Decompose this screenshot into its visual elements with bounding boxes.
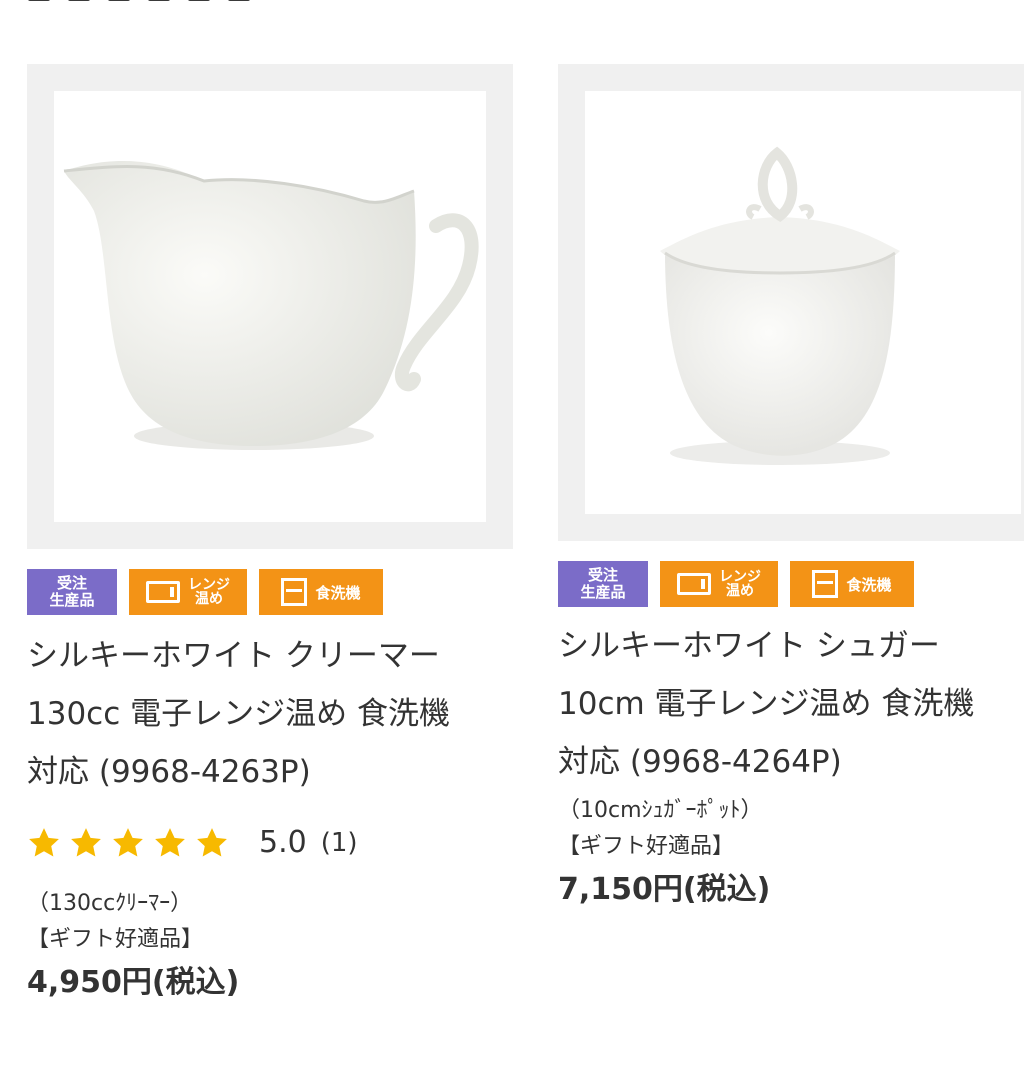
title-line: シルキーホワイト クリーマー — [27, 638, 440, 674]
gift-label: 【ギフト好適品】 — [27, 927, 204, 952]
title-line: 10cm 電子レンジ温め 食洗機 — [558, 686, 975, 722]
dishwasher-badge: 食洗機 — [790, 561, 914, 607]
star-icon — [71, 827, 101, 856]
rating-value: 5.0 — [259, 825, 307, 860]
product-card-sugar-pot[interactable]: 受注 生産品 レンジ 温め 食洗機 シルキーホワイト シュガー 10cm 電子レ… — [558, 64, 1024, 911]
creamer-illustration — [63, 161, 479, 450]
product-title[interactable]: シルキーホワイト クリーマー 130cc 電子レンジ温め 食洗機 対応 (996… — [27, 627, 513, 801]
sugar-pot-illustration — [660, 146, 900, 465]
product-subtitle: （130ccｸﾘｰﾏｰ） — [27, 891, 193, 916]
microwave-badge: レンジ 温め — [660, 561, 778, 607]
gift-label: 【ギフト好適品】 — [558, 834, 735, 859]
title-line: 対応 (9968-4264P) — [558, 744, 842, 780]
dishwasher-badge: 食洗機 — [259, 569, 383, 615]
badge-text: 食洗機 — [315, 583, 361, 602]
product-image-creamer[interactable] — [54, 91, 486, 522]
product-subtitle: （10cmｼｭｶﾞｰﾎﾟｯﾄ） — [558, 798, 763, 823]
badge-row: 受注 生産品 レンジ 温め 食洗機 — [558, 561, 1024, 607]
badge-text: 食洗機 — [846, 575, 892, 594]
product-title[interactable]: シルキーホワイト シュガー 10cm 電子レンジ温め 食洗機 対応 (9968-… — [558, 617, 1024, 791]
badge-text: 受注 — [56, 574, 87, 592]
badge-text: 温め — [195, 591, 223, 607]
product-image-frame[interactable] — [558, 64, 1024, 541]
title-line: 対応 (9968-4263P) — [27, 754, 311, 790]
microwave-icon — [677, 573, 711, 595]
dishwasher-icon — [812, 570, 839, 598]
product-price: 7,150円(税込) — [558, 872, 771, 907]
badge-text: レンジ — [188, 577, 230, 593]
microwave-icon — [146, 581, 180, 603]
badge-text: レンジ — [719, 569, 761, 585]
badge-text: 生産品 — [49, 591, 95, 609]
badge-text: 受注 — [587, 566, 618, 584]
product-price: 4,950円(税込) — [27, 965, 240, 1000]
product-card-creamer[interactable]: 受注 生産品 レンジ 温め 食洗機 シルキーホワイト クリーマー 130cc 電… — [27, 64, 513, 1004]
star-icon — [197, 827, 227, 856]
dishwasher-icon — [281, 578, 308, 606]
title-line: 130cc 電子レンジ温め 食洗機 — [27, 696, 450, 732]
made-to-order-badge: 受注 生産品 — [558, 561, 648, 607]
star-icon — [29, 827, 59, 856]
review-count[interactable]: (1) — [321, 828, 358, 858]
rating-row[interactable]: 5.0 (1) — [27, 825, 513, 860]
star-icon — [155, 827, 185, 856]
product-image-frame[interactable] — [27, 64, 513, 549]
badge-row: 受注 生産品 レンジ 温め 食洗機 — [27, 569, 513, 615]
product-image-sugar-pot[interactable] — [585, 91, 1021, 514]
star-icon — [113, 827, 143, 856]
badge-text: 温め — [726, 583, 754, 599]
made-to-order-badge: 受注 生産品 — [27, 569, 117, 615]
title-line: シルキーホワイト シュガー — [558, 628, 940, 664]
badge-text: 生産品 — [580, 583, 626, 601]
microwave-badge: レンジ 温め — [129, 569, 247, 615]
previous-content-fragment — [28, 0, 298, 6]
